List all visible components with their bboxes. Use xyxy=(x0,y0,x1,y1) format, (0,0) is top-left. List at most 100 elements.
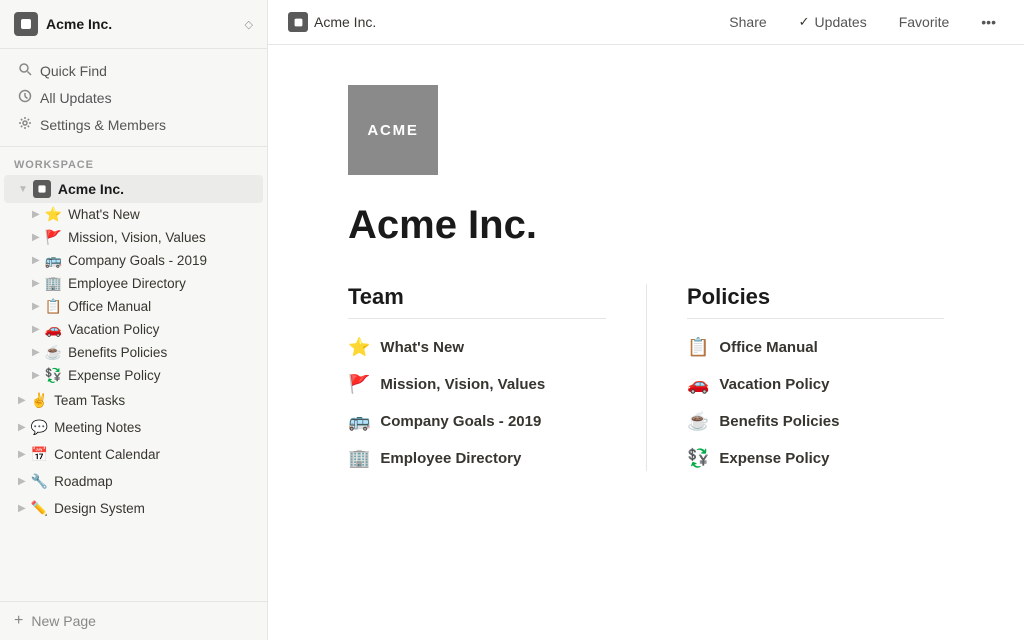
section-item-emoji: 🚩 xyxy=(348,374,370,395)
breadcrumb-title: Acme Inc. xyxy=(314,14,376,30)
sidebar-item-employee-directory[interactable]: ▶ 🏢 Employee Directory xyxy=(4,272,263,295)
team-item[interactable]: 🚌 Company Goals - 2019 xyxy=(348,409,606,434)
section-item-label: What's New xyxy=(380,339,464,356)
sidebar-tree-items: ▶ ⭐ What's New ▶ 🚩 Mission, Vision, Valu… xyxy=(0,203,267,387)
tree-item-label: Expense Policy xyxy=(68,368,160,383)
acme-logo-text: ACME xyxy=(367,122,418,139)
sidebar-item-settings[interactable]: Settings & Members xyxy=(4,111,263,138)
top-level-item-emoji: 🔧 xyxy=(31,473,48,490)
team-item[interactable]: ⭐ What's New xyxy=(348,335,606,360)
team-item[interactable]: 🏢 Employee Directory xyxy=(348,446,606,471)
section-item-label: Company Goals - 2019 xyxy=(380,413,541,430)
ellipsis-icon: ••• xyxy=(981,14,996,30)
section-item-label: Employee Directory xyxy=(380,450,521,467)
top-level-item-emoji: ✏️ xyxy=(31,500,48,517)
clock-icon xyxy=(18,89,32,106)
policy-item[interactable]: ☕ Benefits Policies xyxy=(687,409,944,434)
sidebar-footer: + New Page xyxy=(0,601,267,640)
collapse-arrow-icon: ▼ xyxy=(18,184,28,195)
sidebar-item-all-updates[interactable]: All Updates xyxy=(4,84,263,111)
top-level-item-emoji: 📅 xyxy=(31,446,48,463)
tree-item-emoji: ⭐ xyxy=(45,206,62,223)
tree-arrow-icon: ▶ xyxy=(32,278,40,289)
tree-arrow-icon: ▶ xyxy=(32,301,40,312)
acme-workspace-icon xyxy=(33,180,51,198)
sidebar-item-whats-new[interactable]: ▶ ⭐ What's New xyxy=(4,203,263,226)
new-page-button[interactable]: + New Page xyxy=(14,612,253,630)
favorite-label: Favorite xyxy=(899,14,950,30)
top-level-arrow-icon: ▶ xyxy=(18,449,26,460)
more-options-button[interactable]: ••• xyxy=(973,10,1004,34)
sidebar-item-content-calendar[interactable]: ▶ 📅 Content Calendar xyxy=(4,441,263,468)
topbar-actions: Share ✓ Updates Favorite ••• xyxy=(721,10,1004,34)
new-page-label: New Page xyxy=(31,613,96,629)
page-body: ACME Acme Inc. Team ⭐ What's New 🚩 Missi… xyxy=(268,45,1024,640)
section-item-emoji: 💱 xyxy=(687,448,709,469)
policy-item[interactable]: 💱 Expense Policy xyxy=(687,446,944,471)
tree-item-emoji: 🚩 xyxy=(45,229,62,246)
sidebar-item-mission[interactable]: ▶ 🚩 Mission, Vision, Values xyxy=(4,226,263,249)
acme-logo: ACME xyxy=(348,85,438,175)
top-level-item-label: Content Calendar xyxy=(54,447,160,462)
top-level-arrow-icon: ▶ xyxy=(18,395,26,406)
sidebar-chevron-icon: ◇ xyxy=(245,18,253,31)
sidebar-item-team-tasks[interactable]: ▶ ✌️ Team Tasks xyxy=(4,387,263,414)
top-level-item-label: Design System xyxy=(54,501,145,516)
topbar: Acme Inc. Share ✓ Updates Favorite ••• xyxy=(268,0,1024,45)
section-item-emoji: 📋 xyxy=(687,337,709,358)
section-item-emoji: 🏢 xyxy=(348,448,370,469)
policies-section: Policies 📋 Office Manual 🚗 Vacation Poli… xyxy=(646,284,944,471)
page-title: Acme Inc. xyxy=(348,203,944,248)
breadcrumb-workspace-icon xyxy=(288,12,308,32)
team-section: Team ⭐ What's New 🚩 Mission, Vision, Val… xyxy=(348,284,646,471)
section-item-label: Expense Policy xyxy=(719,450,829,467)
share-label: Share xyxy=(729,14,766,30)
tree-item-label: Benefits Policies xyxy=(68,345,167,360)
sidebar-workspace-header[interactable]: Acme Inc. ◇ xyxy=(0,0,267,49)
policy-item[interactable]: 📋 Office Manual xyxy=(687,335,944,360)
tree-item-emoji: 💱 xyxy=(45,367,62,384)
team-item[interactable]: 🚩 Mission, Vision, Values xyxy=(348,372,606,397)
updates-button[interactable]: ✓ Updates xyxy=(791,10,875,34)
sidebar-item-benefits-policies[interactable]: ▶ ☕ Benefits Policies xyxy=(4,341,263,364)
tree-item-emoji: 📋 xyxy=(45,298,62,315)
sidebar-workspace-root[interactable]: ▼ Acme Inc. xyxy=(4,175,263,203)
tree-arrow-icon: ▶ xyxy=(32,370,40,381)
sidebar-item-design-system[interactable]: ▶ ✏️ Design System xyxy=(4,495,263,522)
team-items: ⭐ What's New 🚩 Mission, Vision, Values 🚌… xyxy=(348,335,606,471)
top-level-item-label: Team Tasks xyxy=(54,393,125,408)
sidebar-item-vacation-policy[interactable]: ▶ 🚗 Vacation Policy xyxy=(4,318,263,341)
sidebar-item-meeting-notes[interactable]: ▶ 💬 Meeting Notes xyxy=(4,414,263,441)
team-section-title: Team xyxy=(348,284,606,319)
tree-item-label: Vacation Policy xyxy=(68,322,159,337)
tree-item-label: What's New xyxy=(68,207,140,222)
section-item-emoji: 🚗 xyxy=(687,374,709,395)
tree-arrow-icon: ▶ xyxy=(32,255,40,266)
workspace-label: WORKSPACE xyxy=(0,147,267,175)
policies-items: 📋 Office Manual 🚗 Vacation Policy ☕ Bene… xyxy=(687,335,944,471)
sections-grid: Team ⭐ What's New 🚩 Mission, Vision, Val… xyxy=(348,284,944,471)
tree-item-label: Company Goals - 2019 xyxy=(68,253,207,268)
sidebar-item-expense-policy[interactable]: ▶ 💱 Expense Policy xyxy=(4,364,263,387)
tree-item-emoji: ☕ xyxy=(45,344,62,361)
sidebar-item-roadmap[interactable]: ▶ 🔧 Roadmap xyxy=(4,468,263,495)
tree-item-emoji: 🚌 xyxy=(45,252,62,269)
section-item-emoji: ⭐ xyxy=(348,337,370,358)
section-item-label: Benefits Policies xyxy=(719,413,839,430)
section-item-emoji: 🚌 xyxy=(348,411,370,432)
sidebar-item-company-goals[interactable]: ▶ 🚌 Company Goals - 2019 xyxy=(4,249,263,272)
sidebar-nav: Quick Find All Updates Settings & Member… xyxy=(0,49,267,147)
tree-item-emoji: 🚗 xyxy=(45,321,62,338)
policy-item[interactable]: 🚗 Vacation Policy xyxy=(687,372,944,397)
sidebar-item-quick-find[interactable]: Quick Find xyxy=(4,57,263,84)
workspace-root-label: Acme Inc. xyxy=(58,181,124,197)
plus-icon: + xyxy=(14,612,23,630)
top-level-item-emoji: ✌️ xyxy=(31,392,48,409)
workspace-icon xyxy=(14,12,38,36)
favorite-button[interactable]: Favorite xyxy=(891,10,958,34)
share-button[interactable]: Share xyxy=(721,10,774,34)
search-icon xyxy=(18,62,32,79)
sidebar-workspace-section: WORKSPACE ▼ Acme Inc. ▶ ⭐ What's New ▶ 🚩… xyxy=(0,147,267,522)
sidebar-item-office-manual[interactable]: ▶ 📋 Office Manual xyxy=(4,295,263,318)
section-item-emoji: ☕ xyxy=(687,411,709,432)
